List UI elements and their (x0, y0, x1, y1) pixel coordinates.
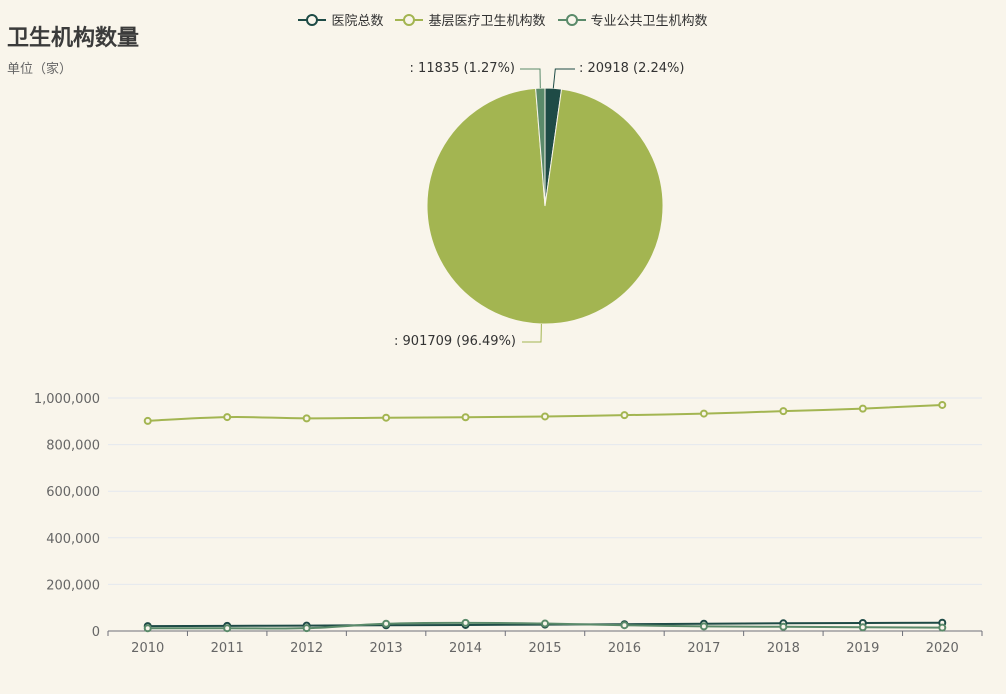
pie-leader-0 (552, 68, 575, 89)
pie-label-2: : 11835 (1.27%) (410, 61, 515, 76)
x-tick-label: 2013 (370, 641, 403, 656)
pie-label-1: : 901709 (96.49%) (394, 334, 516, 349)
series-point-2[interactable] (223, 624, 232, 633)
series-point-2[interactable] (541, 619, 549, 628)
x-tick-label: 2014 (449, 641, 482, 656)
y-tick-label: 800,000 (46, 439, 100, 454)
y-tick-label: 200,000 (46, 578, 100, 593)
pie-leader-2 (520, 68, 541, 89)
x-tick-label: 2011 (211, 641, 244, 656)
series-point-2[interactable] (143, 624, 152, 633)
y-tick-label: 0 (92, 625, 100, 640)
x-tick-label: 2019 (846, 641, 879, 656)
chart-canvas: : 20918 (2.24%) : 901709 (96.49%) : 11835 … (34, 61, 983, 656)
series-point-2[interactable] (461, 618, 470, 627)
series-point-1[interactable] (223, 413, 232, 422)
series-point-2[interactable] (938, 623, 947, 632)
x-tick-label: 2016 (608, 641, 641, 656)
y-tick-label: 600,000 (46, 485, 100, 500)
x-tick-label: 2010 (131, 641, 164, 656)
y-tick-label: 400,000 (46, 532, 100, 547)
series-point-1[interactable] (302, 414, 311, 423)
series-point-1[interactable] (938, 400, 947, 409)
series-point-1[interactable] (858, 404, 867, 413)
pie-label-0: : 20918 (2.24%) (579, 61, 684, 76)
series-point-1[interactable] (779, 407, 788, 416)
x-tick-label: 2018 (767, 641, 800, 656)
pie-leader-1 (522, 323, 542, 343)
series-point-1[interactable] (461, 413, 470, 422)
x-tick-label: 2020 (926, 641, 959, 656)
series-point-1[interactable] (143, 416, 152, 425)
series-point-2[interactable] (858, 623, 867, 632)
series-point-1[interactable] (382, 413, 391, 422)
y-tick-label: 1,000,000 (34, 392, 100, 407)
series-point-1[interactable] (699, 409, 708, 418)
series-point-1[interactable] (541, 412, 549, 421)
series-point-2[interactable] (302, 624, 311, 633)
x-tick-label: 2012 (290, 641, 323, 656)
series-point-1[interactable] (620, 411, 629, 420)
series-point-2[interactable] (699, 622, 708, 631)
series-point-2[interactable] (620, 621, 629, 630)
series-point-2[interactable] (382, 619, 391, 628)
series-point-2[interactable] (779, 622, 788, 631)
x-tick-label: 2015 (528, 641, 561, 656)
x-tick-label: 2017 (687, 641, 720, 656)
